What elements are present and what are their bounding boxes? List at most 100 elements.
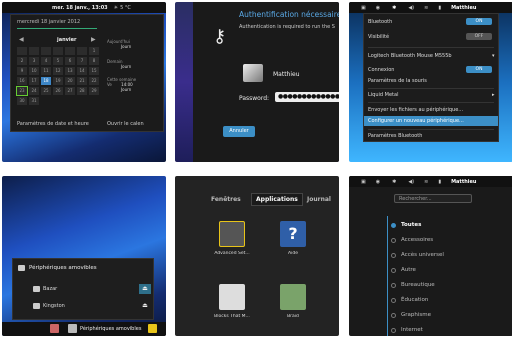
calendar-day[interactable]: 30	[17, 97, 27, 105]
tray-devices-label[interactable]: Périphériques amovibles	[80, 326, 141, 332]
user-menu[interactable]: Matthieu	[451, 5, 476, 11]
wifi-icon[interactable]: ≋	[424, 179, 428, 185]
calendar-blank	[17, 47, 27, 55]
send-files-item[interactable]: Envoyer les fichiers au périphérique...	[368, 107, 463, 113]
calendar-day[interactable]: 15	[89, 67, 99, 75]
mouse-settings-item[interactable]: Paramètres de la souris	[368, 78, 427, 84]
tab-applications[interactable]: Applications	[251, 193, 303, 206]
calendar-day[interactable]: 31	[29, 97, 39, 105]
calendar-day[interactable]: 21	[77, 77, 87, 85]
calendar-day[interactable]: 28	[77, 87, 87, 95]
bluetooth-settings-item[interactable]: Paramètres Bluetooth	[368, 133, 422, 139]
calendar-day[interactable]: 20	[65, 77, 75, 85]
category-item[interactable]: Internet	[401, 327, 423, 333]
calendar-day[interactable]: 23	[16, 86, 28, 96]
eject-icon[interactable]: ⏏	[139, 301, 151, 311]
calendar-day[interactable]: 26	[53, 87, 63, 95]
connection-toggle[interactable]: ON	[466, 66, 492, 73]
calendar-day[interactable]: 10	[29, 67, 39, 75]
weather-icon[interactable]: ☀	[114, 5, 118, 11]
calendar-day[interactable]: 14	[77, 67, 87, 75]
date-time-settings-link[interactable]: Paramètres de date et heure	[17, 121, 89, 127]
tab-journal[interactable]: Journal	[307, 196, 331, 203]
search-input[interactable]: Rechercher...	[394, 194, 472, 203]
password-field[interactable]: ●●●●●●●●●●●●●●●●●	[275, 92, 339, 102]
accessibility-icon[interactable]: ◉	[376, 179, 380, 185]
app-label[interactable]: Braid	[272, 314, 314, 319]
calendar-day[interactable]: 3	[29, 57, 39, 65]
eject-icon[interactable]: ⏏	[139, 284, 151, 294]
bluetooth-icon[interactable]: ✱	[392, 179, 396, 185]
calendar-day[interactable]: 27	[65, 87, 75, 95]
calendar-day[interactable]: 2	[17, 57, 27, 65]
calendar-day[interactable]: 16	[17, 77, 27, 85]
accessibility-icon[interactable]: ◉	[376, 5, 380, 11]
category-item[interactable]: Accès universel	[401, 252, 444, 258]
calendar-day[interactable]: 11	[41, 67, 51, 75]
calendar-day[interactable]: 6	[65, 57, 75, 65]
calendar-day[interactable]: 9	[17, 67, 27, 75]
advanced-settings-icon[interactable]	[219, 221, 245, 247]
calendar-day[interactable]: 22	[89, 77, 99, 85]
configure-device-item[interactable]: Configurer un nouveau périphérique...	[368, 118, 464, 124]
radio-dot-icon	[391, 238, 396, 243]
next-month-icon[interactable]: ▶	[91, 36, 96, 43]
category-item[interactable]: Autre	[401, 267, 416, 273]
calendar-day[interactable]: 4	[41, 57, 51, 65]
liquid-metal-item[interactable]: Liquid Metal	[368, 92, 398, 98]
category-item[interactable]: Éducation	[401, 297, 428, 303]
notification-icon[interactable]	[148, 324, 157, 333]
user-menu[interactable]: Matthieu	[451, 179, 476, 185]
temperature-label[interactable]: 5 °C	[120, 5, 131, 11]
calendar-day[interactable]: 7	[77, 57, 87, 65]
bluetooth-toggle[interactable]: ON	[466, 18, 492, 25]
devices-title: Périphériques amovibles	[29, 265, 97, 271]
app-label[interactable]: Advanced Set...	[211, 251, 253, 256]
cancel-button[interactable]: Annuler	[223, 126, 255, 137]
app-label[interactable]: Aide	[272, 251, 314, 256]
device-item-kingston[interactable]: Kingston	[43, 303, 65, 309]
calendar-day[interactable]: 25	[41, 87, 51, 95]
battery-icon[interactable]: ▮	[438, 5, 441, 11]
tab-windows[interactable]: Fenêtres	[211, 196, 241, 203]
open-calendar-link[interactable]: Ouvrir le calen	[107, 121, 144, 127]
radio-dot-icon	[391, 313, 396, 318]
visibility-toggle[interactable]: OFF	[466, 33, 492, 40]
device-item[interactable]: Logitech Bluetooth Mouse M555b	[368, 53, 452, 59]
help-icon[interactable]: ?	[280, 221, 306, 247]
device-item-bazar[interactable]: Bazar	[43, 286, 57, 292]
calendar-day[interactable]: 5	[53, 57, 63, 65]
folder-icon[interactable]: ▣	[361, 5, 366, 11]
calendar-day[interactable]: 8	[89, 57, 99, 65]
category-item[interactable]: Toutes	[401, 222, 421, 228]
calendar-day[interactable]: 1	[89, 47, 99, 55]
calendar-day[interactable]: 13	[65, 67, 75, 75]
app-label[interactable]: Blocks That M...	[211, 314, 253, 319]
calendar-day[interactable]: 17	[29, 77, 39, 85]
calendar-blank	[41, 47, 51, 55]
bluetooth-icon[interactable]: ✱	[392, 5, 396, 11]
drive-icon	[18, 265, 25, 271]
volume-icon[interactable]: ◀)	[408, 5, 414, 11]
auth-screenshot: ⚷ Authentification nécessaire Authentica…	[175, 2, 339, 162]
auth-dialog: ⚷ Authentification nécessaire Authentica…	[193, 2, 339, 162]
calendar-day[interactable]: 18	[41, 77, 51, 85]
calendar-day[interactable]: 12	[53, 67, 63, 75]
calendar-day[interactable]: 29	[89, 87, 99, 95]
prev-month-icon[interactable]: ◀	[19, 36, 24, 43]
clock-label[interactable]: mer. 18 janv., 13:03	[52, 5, 108, 11]
folder-icon[interactable]: ▣	[361, 179, 366, 185]
drive-icon[interactable]	[68, 324, 77, 333]
calendar-blank	[65, 47, 75, 55]
category-item[interactable]: Graphisme	[401, 312, 431, 318]
volume-icon[interactable]: ◀)	[408, 179, 414, 185]
category-item[interactable]: Bureautique	[401, 282, 435, 288]
notification-icon[interactable]	[50, 324, 59, 333]
blocks-that-matter-icon[interactable]	[219, 284, 245, 310]
battery-icon[interactable]: ▮	[438, 179, 441, 185]
calendar-day[interactable]: 24	[29, 87, 39, 95]
category-item[interactable]: Accessoires	[401, 237, 433, 243]
calendar-day[interactable]: 19	[53, 77, 63, 85]
wifi-icon[interactable]: ≋	[424, 5, 428, 11]
braid-icon[interactable]	[280, 284, 306, 310]
